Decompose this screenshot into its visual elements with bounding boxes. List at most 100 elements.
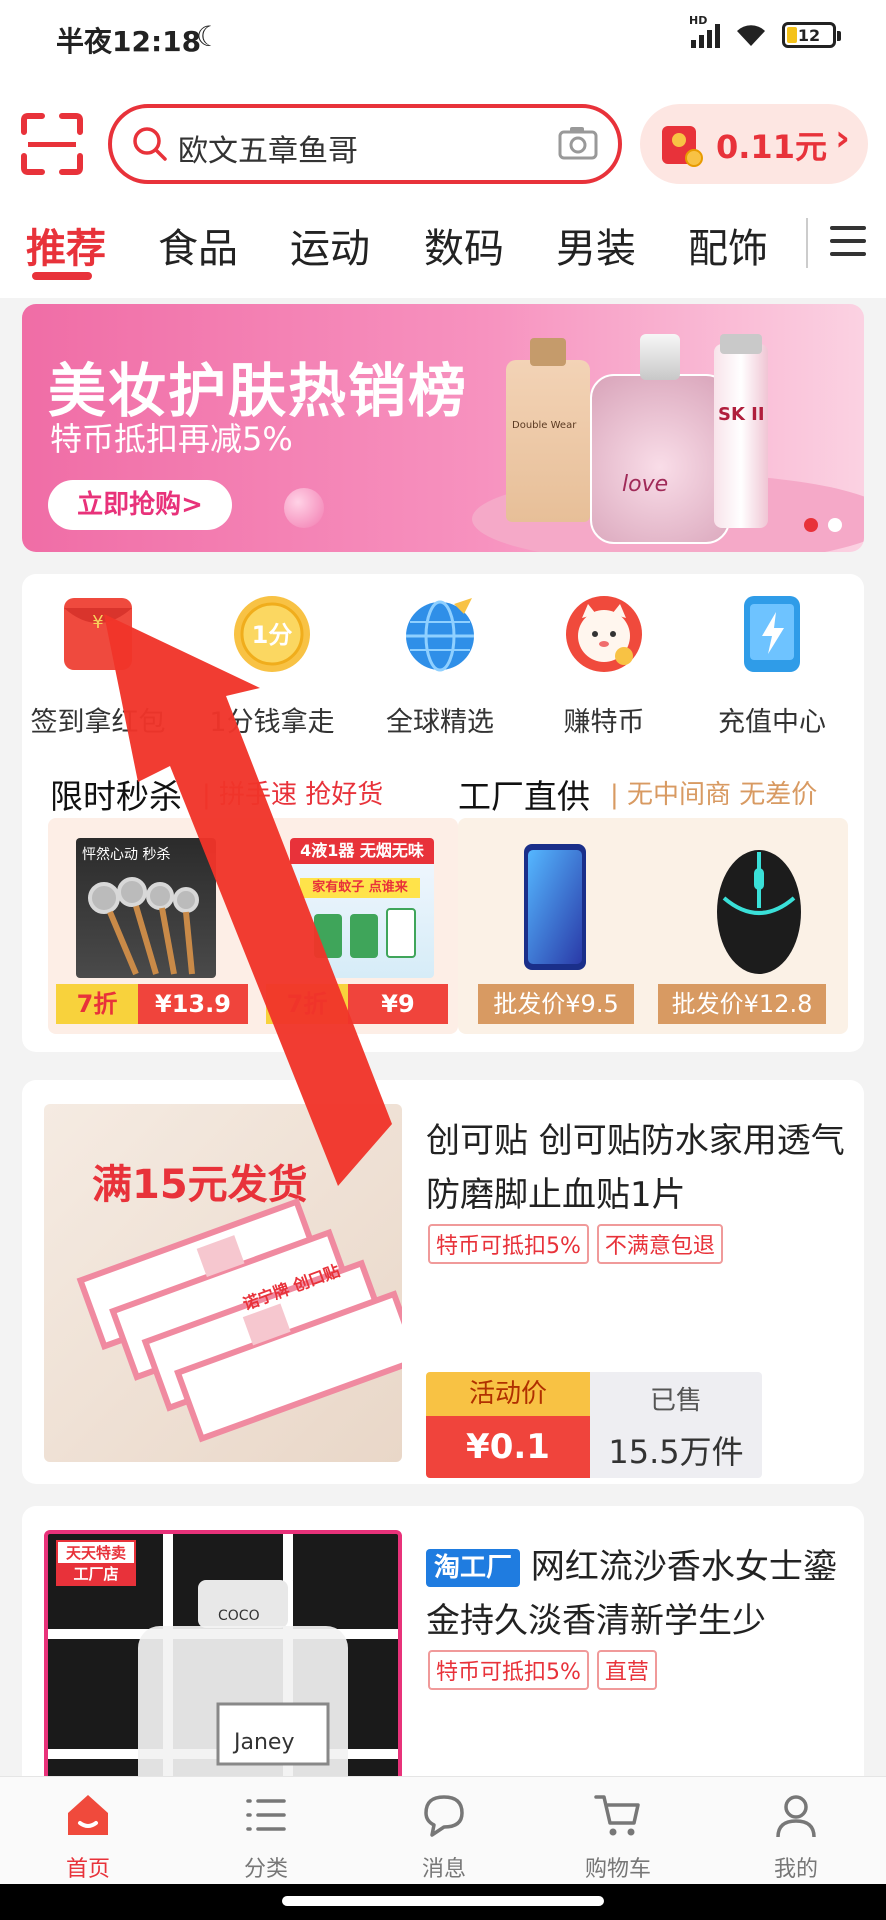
tab-digital[interactable]: 数码	[424, 216, 504, 274]
stamp-line: 天天特卖	[65, 1544, 126, 1562]
product-title[interactable]: 淘工厂 网红流沙香水女士鎏金持久淡香清新学生少	[426, 1540, 846, 1648]
sold-label: 已售	[649, 1386, 702, 1416]
quick-signin-redpacket[interactable]: ¥ 签到拿红包	[18, 594, 178, 739]
nav-label: 购物车	[584, 1857, 651, 1882]
menu-icon[interactable]	[830, 226, 866, 258]
foundation-label: Double Wear	[512, 420, 577, 431]
lucky-cat-icon	[566, 596, 642, 672]
sale-price: ¥9	[348, 984, 448, 1024]
deal-price: ¥0.1	[426, 1416, 590, 1478]
user-icon	[776, 1795, 816, 1838]
tab-recommend[interactable]: 推荐	[26, 216, 106, 274]
nav-messages[interactable]: 消息	[384, 1791, 504, 1883]
network-type: HD	[689, 14, 708, 27]
quick-label: 签到拿红包	[30, 707, 166, 738]
nav-label: 我的	[773, 1857, 818, 1882]
discount-badge: 7折	[266, 984, 348, 1024]
home-icon	[68, 1795, 108, 1835]
product-title[interactable]: 创可贴 创可贴防水家用透气防磨脚止血贴1片	[426, 1114, 846, 1222]
status-bar: 半夜12:18 ☾ HD 12	[0, 0, 886, 80]
header-spacer	[0, 290, 886, 298]
home-indicator[interactable]	[282, 1896, 604, 1906]
taogongchang-badge: 淘工厂	[426, 1549, 521, 1587]
phone-charge-icon	[744, 596, 800, 672]
carousel-dot	[804, 518, 818, 532]
tag: 特币可抵扣5%	[428, 1650, 589, 1690]
tab-active-indicator	[32, 272, 92, 280]
coupon-amount: 0.11元	[716, 128, 827, 166]
sale-price: ¥13.9	[138, 984, 248, 1024]
tab-food[interactable]: 食品	[158, 216, 238, 274]
header: 欧文五章鱼哥 0.11元 ›	[0, 80, 886, 210]
red-packet-icon	[662, 126, 703, 167]
product-tags: 特币可抵扣5% 不满意包退	[428, 1224, 723, 1264]
gaming-mouse-image	[694, 838, 824, 978]
banner-subtitle: 特币抵扣再减5%	[50, 420, 293, 458]
battery-icon: 12	[782, 22, 841, 48]
decor-bubble	[284, 488, 324, 528]
search-bar[interactable]: 欧文五章鱼哥	[108, 104, 622, 184]
flash-sale-panel[interactable]: 怦然心动 秒杀 4液1器 无烟无味 家有蚊子 点谁来 7折 ¥13.9 7折 ¥…	[48, 818, 458, 1034]
quick-label: 充值中心	[718, 707, 826, 738]
quick-label: 1分钱拿走	[209, 707, 335, 738]
tab-divider	[806, 218, 808, 268]
status-time: 半夜12:18	[56, 25, 202, 58]
nav-label: 首页	[65, 1857, 110, 1882]
nav-label: 分类	[243, 1857, 288, 1882]
foundation-bottle-image: Double Wear	[506, 338, 590, 522]
nav-cart[interactable]: 购物车	[558, 1791, 678, 1883]
tab-accessories[interactable]: 配饰	[688, 216, 768, 274]
moon-icon: ☾	[196, 20, 222, 53]
quick-label: 全球精选	[386, 707, 494, 738]
nav-home[interactable]: 首页	[28, 1791, 148, 1883]
search-icon	[133, 127, 167, 161]
kitchen-utensils-image: 怦然心动 秒杀	[76, 838, 216, 978]
tab-sports[interactable]: 运动	[290, 216, 370, 274]
battery-level: 12	[797, 25, 821, 45]
flash-sale-subtitle: | 拼手速 抢好货	[202, 780, 384, 810]
factory-direct-panel[interactable]: 批发价¥9.5 批发价¥12.8	[458, 818, 848, 1034]
quick-global-select[interactable]: 全球精选	[360, 594, 520, 739]
perfume-product-image: 天天特卖 工厂店 COCO Janey	[44, 1530, 402, 1810]
tab-menswear[interactable]: 男装	[556, 216, 636, 274]
product-card[interactable]: 满15元发货 诺宁牌 创口贴 创可贴 创可贴防水家用透气防磨脚止血贴1片 特币可…	[22, 1080, 864, 1484]
chat-bubble-icon	[424, 1795, 464, 1837]
quick-earn-coins[interactable]: 赚特币	[524, 594, 684, 739]
wifi-icon	[734, 22, 768, 48]
banner-cta-button[interactable]: 立即抢购>	[48, 480, 232, 530]
wholesale-price: 批发价¥12.8	[658, 984, 826, 1024]
image-caption-2: 家有蚊子 点谁来	[300, 878, 420, 898]
perfume-bottle-image: love	[590, 334, 730, 544]
chevron-right-icon: ›	[835, 118, 850, 159]
deal-box[interactable]: 活动价 ¥0.1 已售 15.5万件	[426, 1372, 762, 1478]
bandage-product-image: 满15元发货 诺宁牌 创口贴	[44, 1104, 402, 1462]
cap-text: COCO	[218, 1608, 260, 1624]
flash-sale-title[interactable]: 限时秒杀	[50, 770, 182, 818]
tag: 直营	[596, 1650, 657, 1690]
category-tabs: 推荐 食品 运动 数码 男装 配饰	[0, 210, 886, 290]
feature-card: ¥ 签到拿红包 1分 1分钱拿走 全球精选 赚特币 充值中心 限时秒杀 | 拼手…	[22, 574, 864, 1052]
essence-label: SK II	[718, 404, 765, 425]
product-card[interactable]: 天天特卖 工厂店 COCO Janey 淘工厂 网红流沙香水女士鎏金持久淡香清新…	[22, 1506, 864, 1810]
scan-icon[interactable]	[20, 112, 84, 176]
quick-recharge-center[interactable]: 充值中心	[692, 594, 852, 739]
nav-category[interactable]: 分类	[206, 1791, 326, 1883]
list-icon	[246, 1799, 286, 1831]
essence-bottle-image: SK II	[714, 334, 768, 528]
globe-plane-icon	[406, 598, 474, 672]
quick-one-cent[interactable]: 1分 1分钱拿走	[192, 594, 352, 739]
factory-direct-title[interactable]: 工厂直供	[458, 770, 590, 818]
one-cent-coin-icon: 1分	[234, 596, 310, 672]
camera-icon[interactable]	[556, 122, 600, 166]
svg-text:¥: ¥	[92, 612, 103, 633]
sold-count: 15.5万件	[608, 1433, 744, 1471]
quick-label: 赚特币	[563, 707, 645, 738]
red-envelope-icon: ¥	[64, 598, 132, 670]
smartphone-image	[498, 838, 608, 978]
stamp-line: 工厂店	[58, 1563, 134, 1584]
carousel-dot	[828, 518, 842, 532]
coupon-balance-button[interactable]: 0.11元 ›	[640, 104, 868, 184]
promo-banner[interactable]: 美妆护肤热销榜 特币抵扣再减5% 立即抢购> Double Wear love …	[22, 304, 864, 552]
nav-profile[interactable]: 我的	[736, 1791, 856, 1883]
search-input[interactable]: 欧文五章鱼哥	[178, 126, 358, 170]
